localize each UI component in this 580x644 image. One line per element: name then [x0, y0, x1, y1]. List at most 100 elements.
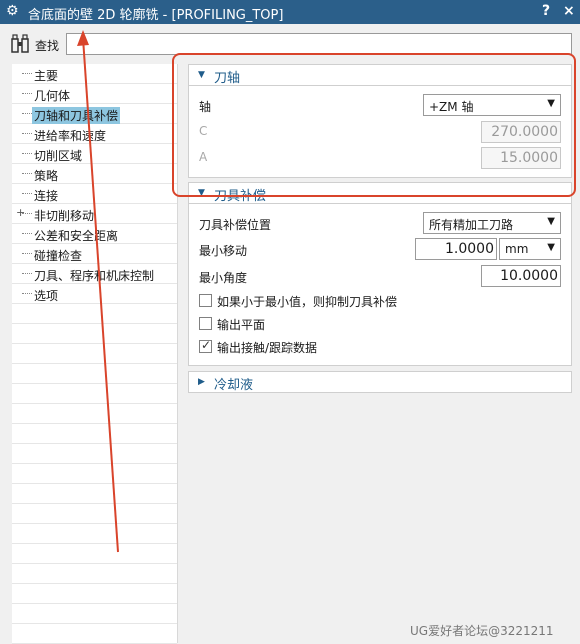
comp-position-label: 刀具补偿位置 — [199, 218, 272, 232]
tree-item-label: 切削区域 — [34, 149, 83, 163]
tree-item-label: 刀轴和刀具补偿 — [32, 107, 121, 124]
tree-item[interactable]: 公差和安全距离 — [12, 224, 177, 244]
tree-empty-row — [12, 364, 177, 384]
min-angle-label: 最小角度 — [199, 271, 248, 285]
tree-item[interactable]: 碰撞检查 — [12, 244, 177, 264]
tree-item-label: 进给率和速度 — [34, 129, 107, 143]
tree-item-label: 几何体 — [34, 89, 71, 103]
section-tool-comp-title: 刀具补偿 — [214, 189, 267, 204]
tree-item[interactable]: 进给率和速度 — [12, 124, 177, 144]
tree-empty-row — [12, 424, 177, 444]
tree-connector — [22, 253, 32, 254]
tree-connector — [22, 153, 32, 154]
tree-empty-row — [12, 564, 177, 584]
tree-connector — [22, 73, 32, 74]
tree-connector — [22, 273, 32, 274]
tree-connector — [22, 113, 32, 114]
tree-item[interactable]: 刀具、程序和机床控制 — [12, 264, 177, 284]
gear-icon[interactable]: ⚙ — [6, 3, 19, 19]
axis-dropdown[interactable]: +ZM 轴 ▼ — [423, 94, 561, 116]
tree-empty-row — [12, 344, 177, 364]
section-coolant-title: 冷却液 — [214, 378, 254, 393]
section-tool-comp-header[interactable]: ▼ 刀具补偿 — [188, 182, 572, 204]
tree-item[interactable]: + 非切削移动 — [12, 204, 177, 224]
window-title: 含底面的壁 2D 轮廓铣 - [PROFILING_TOP] — [28, 8, 284, 23]
tree-empty-row — [12, 404, 177, 424]
collapse-triangle-icon[interactable]: ▼ — [198, 188, 205, 198]
tree-item-label: 主要 — [34, 69, 59, 83]
suppress-comp-checkbox[interactable] — [199, 294, 212, 307]
tree-empty-row — [12, 624, 177, 644]
comp-position-value: 所有精加工刀路 — [429, 218, 514, 232]
c-label: C — [199, 124, 208, 138]
help-button[interactable]: ? — [542, 3, 550, 19]
tree-item-label: 碰撞检查 — [34, 249, 83, 263]
min-move-field[interactable]: 1.0000 — [415, 238, 497, 260]
dropdown-arrow-icon: ▼ — [547, 98, 555, 109]
tree-item[interactable]: 切削区域 — [12, 144, 177, 164]
tree-item-label: 策略 — [34, 169, 59, 183]
tree-empty-row — [12, 604, 177, 624]
section-coolant-header[interactable]: ▶ 冷却液 — [188, 371, 572, 393]
output-plane-checkbox[interactable] — [199, 317, 212, 330]
find-input[interactable] — [66, 33, 572, 55]
tree-item[interactable]: 刀轴和刀具补偿 — [12, 104, 177, 124]
section-tool-axis-body: 轴 +ZM 轴 ▼ C 270.0000 A 15.0000 — [188, 86, 572, 178]
tree-item-label: 选项 — [34, 289, 59, 303]
tree-empty-row — [12, 304, 177, 324]
title-bar: ⚙ 含底面的壁 2D 轮廓铣 - [PROFILING_TOP] ? × — [0, 0, 580, 24]
output-plane-label: 输出平面 — [217, 318, 266, 332]
tree-empty-row — [12, 484, 177, 504]
tree-item-label: 公差和安全距离 — [34, 229, 119, 243]
min-move-unit: mm — [505, 242, 529, 256]
tree-empty-row — [12, 324, 177, 344]
tree-empty-row — [12, 464, 177, 484]
output-contact-checkbox[interactable] — [199, 338, 212, 353]
dropdown-arrow-icon: ▼ — [547, 242, 555, 253]
tree-empty-row — [12, 504, 177, 524]
binoculars-icon[interactable] — [10, 33, 32, 55]
navigation-tree: 主要几何体刀轴和刀具补偿 进给率和速度 切削区域策略连接 + 非切削移动公差和安全距离碰… — [12, 64, 178, 644]
min-move-unit-dropdown[interactable]: mm ▼ — [499, 238, 561, 260]
tree-empty-row — [12, 384, 177, 404]
tree-connector — [22, 93, 32, 94]
tree-connector — [22, 213, 32, 214]
section-tool-axis-header[interactable]: ▼ 刀轴 — [188, 64, 572, 86]
tree-item[interactable]: 主要 — [12, 64, 177, 84]
properties-panel: ▼ 刀轴 轴 +ZM 轴 ▼ C 270.0000 A 15.0000 ▼ 刀具… — [188, 64, 572, 643]
min-move-label: 最小移动 — [199, 244, 248, 258]
tree-item-label: 非切削移动 — [34, 209, 95, 223]
close-button[interactable]: × — [563, 3, 575, 19]
tree-item[interactable]: 策略 — [12, 164, 177, 184]
axis-value: +ZM 轴 — [429, 100, 474, 114]
tree-empty-row — [12, 584, 177, 604]
tree-item[interactable]: 选项 — [12, 284, 177, 304]
c-angle-field[interactable]: 270.0000 — [481, 121, 561, 143]
tree-item-label: 刀具、程序和机床控制 — [34, 269, 155, 283]
dropdown-arrow-icon: ▼ — [547, 216, 555, 227]
tree-connector — [22, 293, 32, 294]
a-angle-field[interactable]: 15.0000 — [481, 147, 561, 169]
watermark: UG爱好者论坛@3221211 — [410, 624, 554, 638]
find-label: 查找 — [35, 39, 60, 53]
axis-label: 轴 — [199, 100, 212, 114]
tree-connector — [22, 173, 32, 174]
tree-empty-row — [12, 544, 177, 564]
tree-item-label: 连接 — [34, 189, 59, 203]
collapse-triangle-icon[interactable]: ▼ — [198, 70, 205, 80]
tree-connector — [22, 233, 32, 234]
output-contact-label: 输出接触/跟踪数据 — [217, 341, 318, 355]
comp-position-dropdown[interactable]: 所有精加工刀路 ▼ — [423, 212, 561, 234]
tree-empty-row — [12, 444, 177, 464]
tree-item[interactable]: 几何体 — [12, 84, 177, 104]
suppress-comp-label: 如果小于最小值，则抑制刀具补偿 — [217, 295, 398, 309]
min-angle-field[interactable]: 10.0000 — [481, 265, 561, 287]
tree-connector — [22, 133, 32, 134]
expand-triangle-icon[interactable]: ▶ — [198, 377, 205, 387]
tree-connector — [22, 193, 32, 194]
tree-empty-row — [12, 524, 177, 544]
section-tool-axis-title: 刀轴 — [214, 71, 241, 86]
find-bar: 查找 — [0, 24, 580, 64]
tree-item[interactable]: 连接 — [12, 184, 177, 204]
section-tool-comp-body: 刀具补偿位置 所有精加工刀路 ▼ 最小移动 1.0000 mm ▼ 最小角度 1… — [188, 204, 572, 366]
